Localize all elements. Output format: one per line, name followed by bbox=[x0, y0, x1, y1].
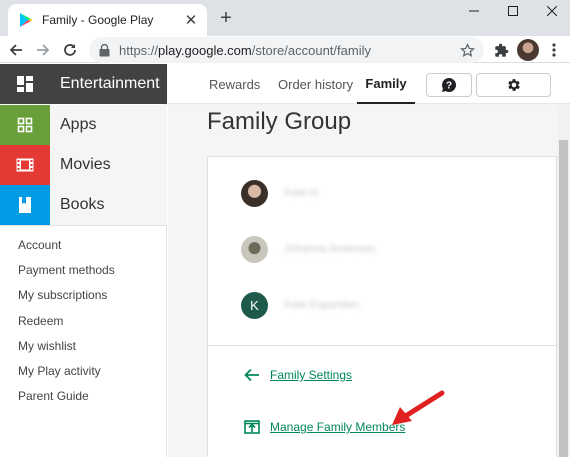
arrow-right-icon bbox=[37, 44, 50, 56]
sidebar: Entertainment Apps Movies Books Account … bbox=[0, 64, 167, 457]
help-button[interactable]: ? bbox=[426, 73, 472, 97]
member-name: Kate Espanden bbox=[284, 299, 360, 311]
sidebar-item-label: Entertainment bbox=[50, 64, 167, 104]
family-member-row: K Kate Espanden bbox=[241, 291, 521, 319]
browser-menu-button[interactable] bbox=[544, 39, 564, 61]
entertainment-icon bbox=[0, 64, 50, 104]
avatar: K bbox=[241, 291, 268, 319]
sidebar-divider bbox=[0, 225, 167, 226]
sidebar-item-entertainment[interactable]: Entertainment bbox=[0, 64, 167, 104]
avatar bbox=[241, 235, 268, 263]
address-bar[interactable]: https://play.google.com/store/account/fa… bbox=[89, 37, 484, 63]
extensions-button[interactable] bbox=[490, 39, 512, 61]
arrow-left-icon bbox=[243, 366, 261, 384]
sidebar-item-label: Books bbox=[50, 185, 167, 225]
annotation-arrow-icon bbox=[392, 390, 445, 425]
maximize-icon bbox=[508, 6, 518, 16]
sidebar-link-play-activity[interactable]: My Play activity bbox=[18, 364, 101, 378]
family-settings-link[interactable]: Family Settings bbox=[243, 366, 352, 384]
tab-rewards[interactable]: Rewards bbox=[209, 64, 260, 104]
sidebar-link-subscriptions[interactable]: My subscriptions bbox=[18, 288, 107, 302]
book-icon bbox=[0, 185, 50, 225]
url-host: play.google.com bbox=[158, 42, 252, 58]
sidebar-link-wishlist[interactable]: My wishlist bbox=[18, 339, 76, 353]
browser-titlebar: Family - Google Play ✕ + bbox=[0, 0, 570, 36]
puzzle-icon bbox=[494, 43, 508, 57]
sidebar-item-label: Apps bbox=[50, 105, 167, 145]
gear-icon bbox=[507, 79, 520, 91]
apps-grid-icon bbox=[0, 105, 50, 145]
main-content: Family Group Kate H. Johanna Anderson K … bbox=[168, 105, 558, 457]
back-button[interactable] bbox=[4, 38, 28, 62]
help-icon: ? bbox=[442, 77, 457, 92]
more-vertical-icon bbox=[552, 43, 556, 57]
card-divider bbox=[208, 345, 558, 346]
reload-icon bbox=[64, 44, 76, 56]
sidebar-item-movies[interactable]: Movies bbox=[0, 145, 167, 185]
family-settings-label[interactable]: Family Settings bbox=[270, 368, 352, 382]
svg-text:?: ? bbox=[446, 81, 452, 92]
url-path: /store/account/family bbox=[251, 42, 371, 58]
member-name: Kate H. bbox=[284, 187, 321, 199]
tab-title: Family - Google Play bbox=[42, 13, 154, 27]
new-tab-button[interactable]: + bbox=[214, 6, 238, 30]
sidebar-item-apps[interactable]: Apps bbox=[0, 105, 167, 145]
sidebar-link-redeem[interactable]: Redeem bbox=[18, 314, 63, 328]
sidebar-link-account[interactable]: Account bbox=[18, 238, 61, 252]
close-tab-icon[interactable]: ✕ bbox=[181, 10, 201, 30]
tab-family[interactable]: Family bbox=[357, 64, 415, 104]
page-title: Family Group bbox=[207, 108, 352, 135]
tab-order-history[interactable]: Order history bbox=[278, 64, 353, 104]
forward-button[interactable] bbox=[31, 38, 55, 62]
sidebar-link-parent-guide[interactable]: Parent Guide bbox=[18, 389, 89, 403]
minimize-icon bbox=[469, 10, 479, 12]
reload-button[interactable] bbox=[58, 38, 82, 62]
member-name: Johanna Anderson bbox=[284, 243, 376, 255]
arrow-left-icon bbox=[9, 44, 22, 56]
family-group-card: Kate H. Johanna Anderson K Kate Espanden… bbox=[207, 156, 558, 457]
sidebar-item-books[interactable]: Books bbox=[0, 185, 167, 225]
browser-toolbar: https://play.google.com/store/account/fa… bbox=[0, 36, 570, 63]
sidebar-item-label: Movies bbox=[50, 145, 167, 185]
minimize-button[interactable] bbox=[458, 0, 490, 22]
url-scheme: https:// bbox=[119, 42, 159, 58]
url-text[interactable]: https://play.google.com/store/account/fa… bbox=[119, 43, 456, 58]
avatar bbox=[241, 179, 268, 207]
manage-family-members-link[interactable]: Manage Family Members bbox=[243, 418, 405, 436]
sidebar-link-payment-methods[interactable]: Payment methods bbox=[18, 263, 115, 277]
manage-family-members-label[interactable]: Manage Family Members bbox=[270, 420, 405, 434]
bookmark-star-icon[interactable] bbox=[456, 39, 478, 61]
maximize-button[interactable] bbox=[497, 0, 529, 22]
window-close-button[interactable] bbox=[536, 0, 568, 22]
close-icon bbox=[547, 6, 557, 16]
google-play-icon bbox=[20, 13, 33, 27]
film-icon bbox=[0, 145, 50, 185]
profile-avatar[interactable] bbox=[517, 39, 539, 61]
account-topnav: Rewards Order history Family ? bbox=[168, 64, 570, 104]
family-member-row: Johanna Anderson bbox=[241, 235, 521, 263]
settings-button[interactable] bbox=[476, 73, 551, 97]
lock-icon[interactable] bbox=[99, 43, 113, 57]
scrollbar-thumb[interactable] bbox=[559, 140, 568, 457]
family-member-row: Kate H. bbox=[241, 179, 521, 207]
browser-tab[interactable]: Family - Google Play ✕ bbox=[8, 4, 207, 36]
manage-members-icon bbox=[243, 418, 261, 436]
